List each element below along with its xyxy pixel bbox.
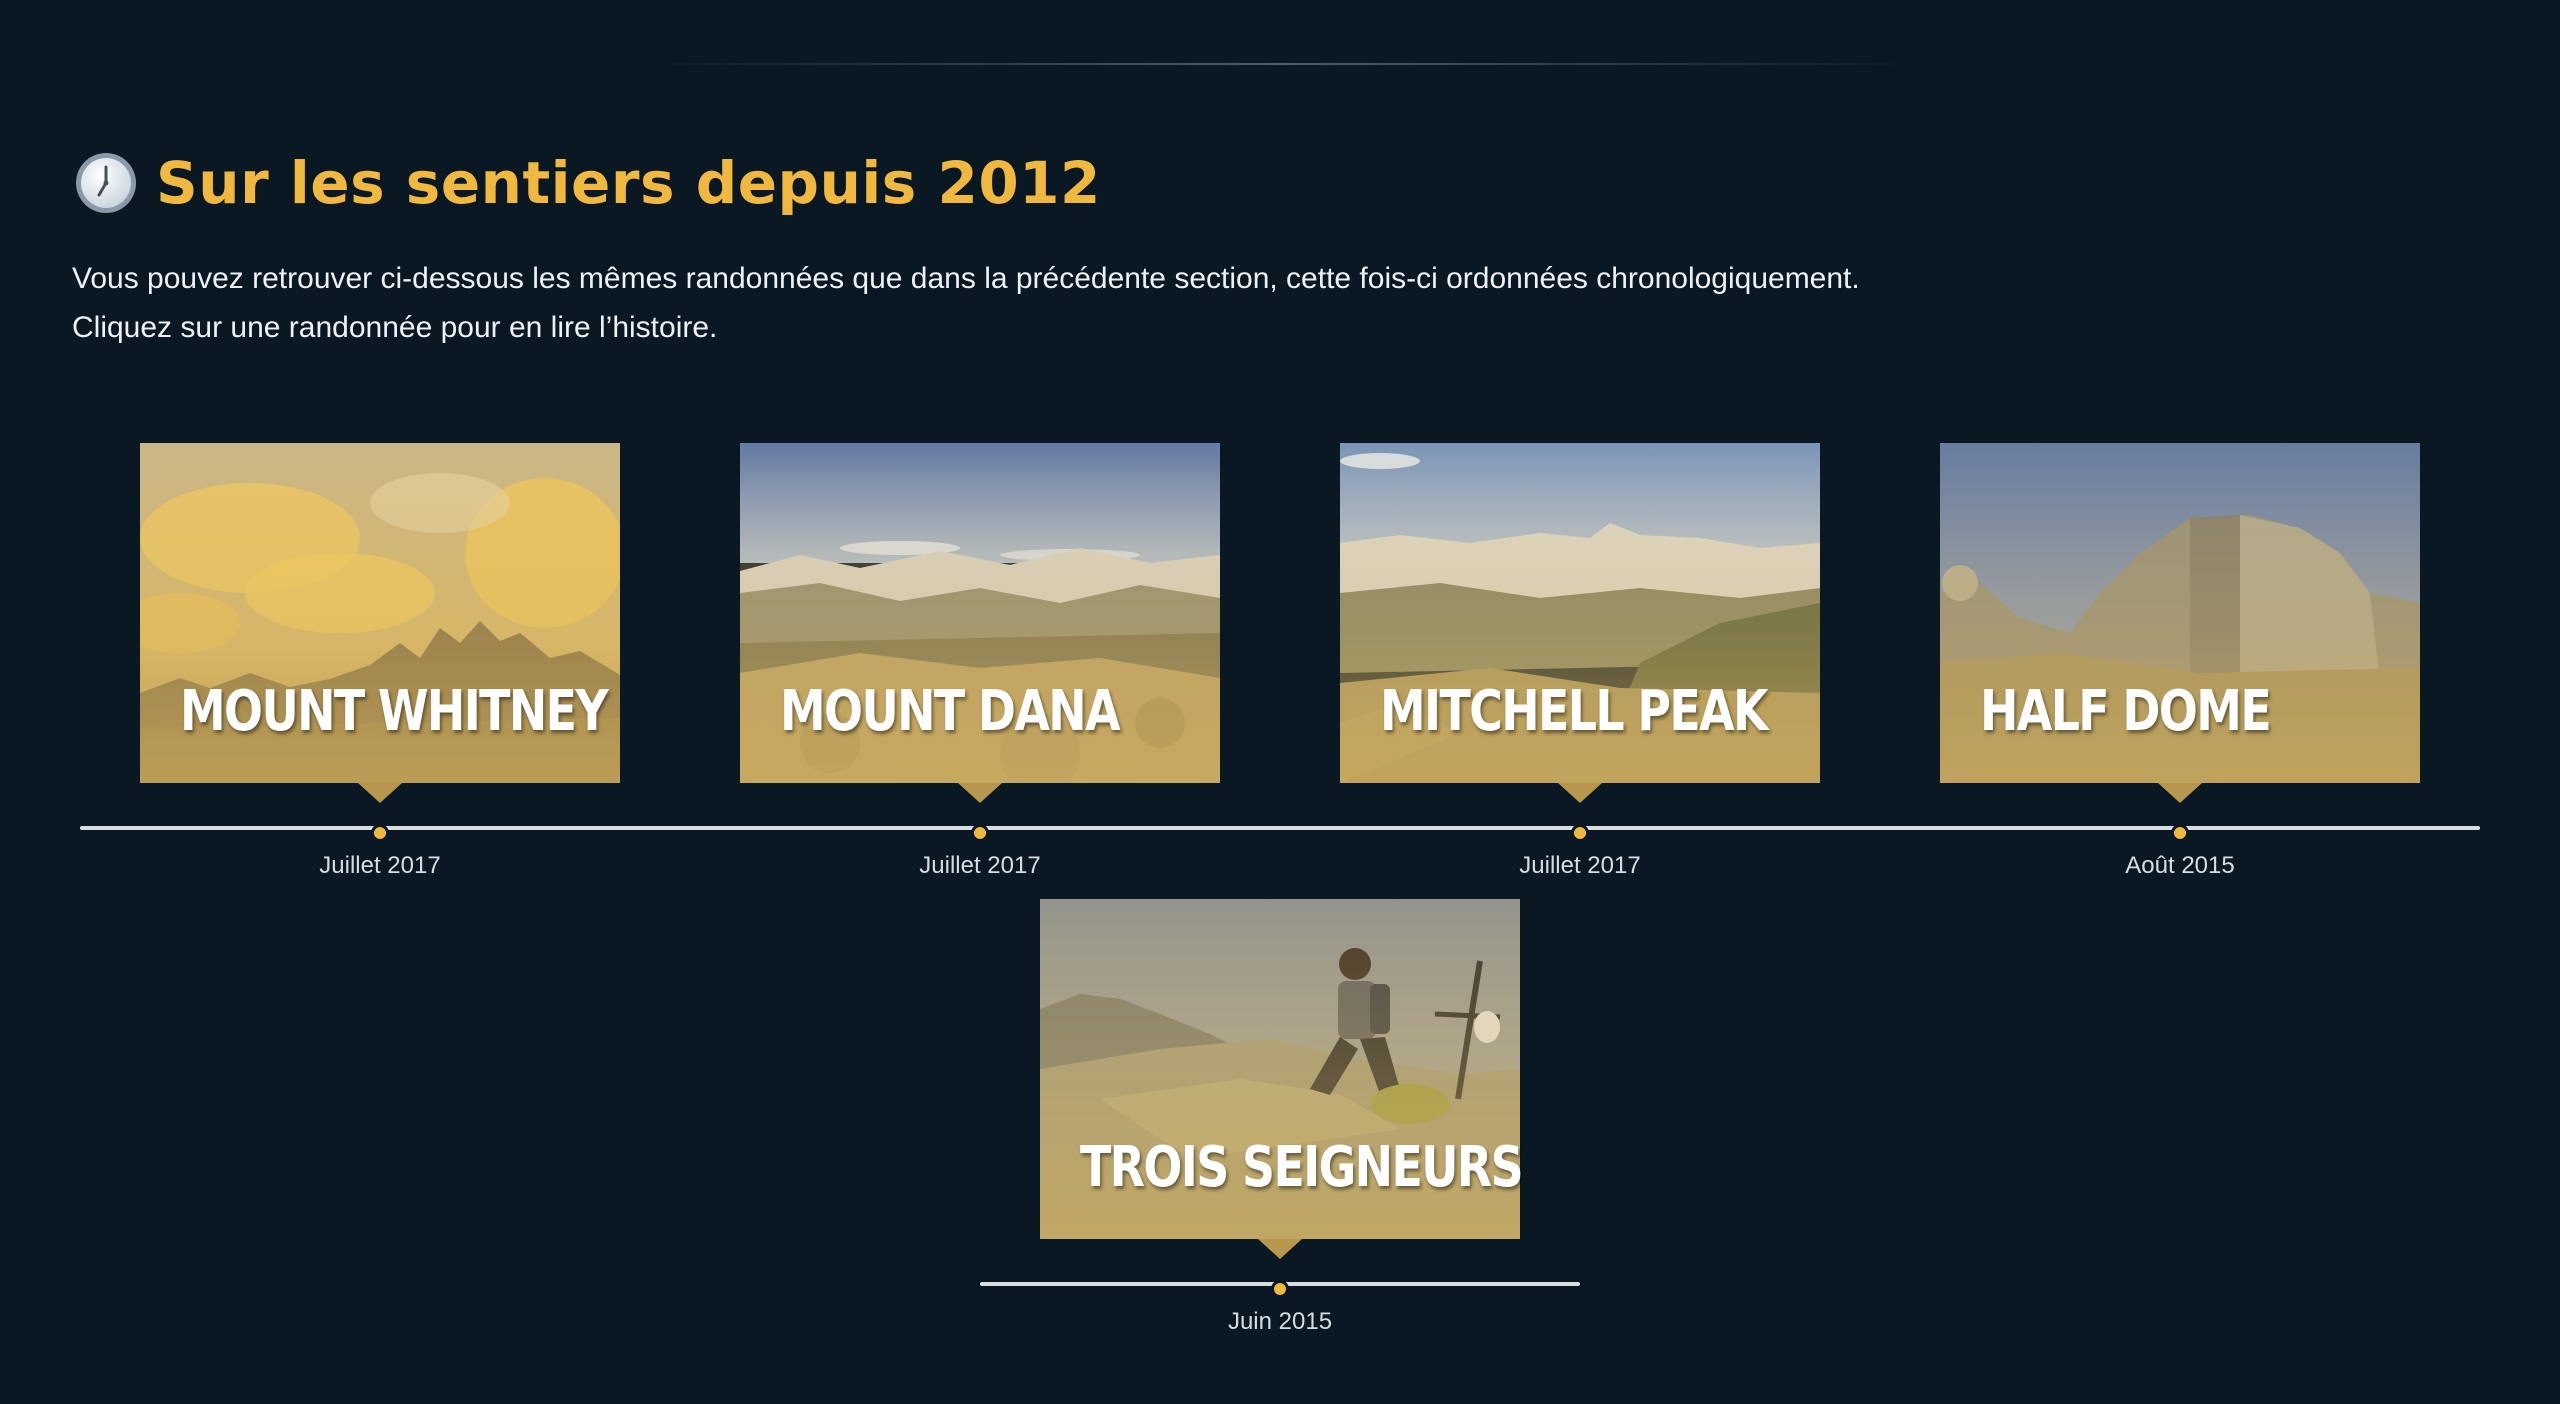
hike-title: HALF DOME: [1980, 679, 2272, 744]
hike-date: Juillet 2017: [319, 852, 441, 879]
card-pointer: [358, 783, 402, 803]
top-divider: [640, 63, 1920, 65]
section-title: Sur les sentiers depuis 2012: [156, 149, 1101, 217]
timeline-dot: [1271, 1280, 1289, 1298]
hike-date: Juillet 2017: [1519, 852, 1641, 879]
hike-date: Juin 2015: [1227, 1308, 1333, 1335]
hike-card-mount-whitney[interactable]: MOUNT WHITNEY Juillet 2017: [140, 443, 620, 883]
hike-date: Juillet 2017: [919, 852, 1041, 879]
timeline-dot: [1571, 824, 1589, 842]
intro-line-1: Vous pouvez retrouver ci-dessous les mêm…: [72, 262, 1860, 295]
clock-icon: [76, 153, 136, 213]
hike-date: Août 2015: [2125, 852, 2235, 879]
hike-title: MOUNT DANA: [780, 679, 1121, 744]
timeline-dot: [371, 824, 389, 842]
hike-card-trois-seigneurs[interactable]: TROIS SEIGNEURS Juin 2015: [1040, 899, 1524, 1339]
timeline-dot: [971, 824, 989, 842]
card-pointer: [1558, 783, 1602, 803]
hike-card-half-dome[interactable]: HALF DOME Août 2015: [1940, 443, 2420, 883]
timeline-dot: [2171, 824, 2189, 842]
card-pointer: [958, 783, 1002, 803]
card-pointer: [1258, 1239, 1302, 1259]
intro-text: Vous pouvez retrouver ci-dessous les mêm…: [72, 254, 2372, 352]
hike-title: TROIS SEIGNEURS: [1080, 1135, 1524, 1200]
page: Sur les sentiers depuis 2012 Vous pouvez…: [0, 0, 2560, 1404]
hike-title: MOUNT WHITNEY: [180, 679, 609, 744]
hike-card-mitchell-peak[interactable]: MITCHELL PEAK Juillet 2017: [1340, 443, 1820, 883]
hike-title: MITCHELL PEAK: [1380, 679, 1769, 744]
intro-line-2: Cliquez sur une randonnée pour en lire l…: [72, 311, 718, 344]
card-pointer: [2158, 783, 2202, 803]
section-heading: Sur les sentiers depuis 2012: [74, 146, 1101, 220]
hike-card-mount-dana[interactable]: MOUNT DANA Juillet 2017: [740, 443, 1220, 883]
